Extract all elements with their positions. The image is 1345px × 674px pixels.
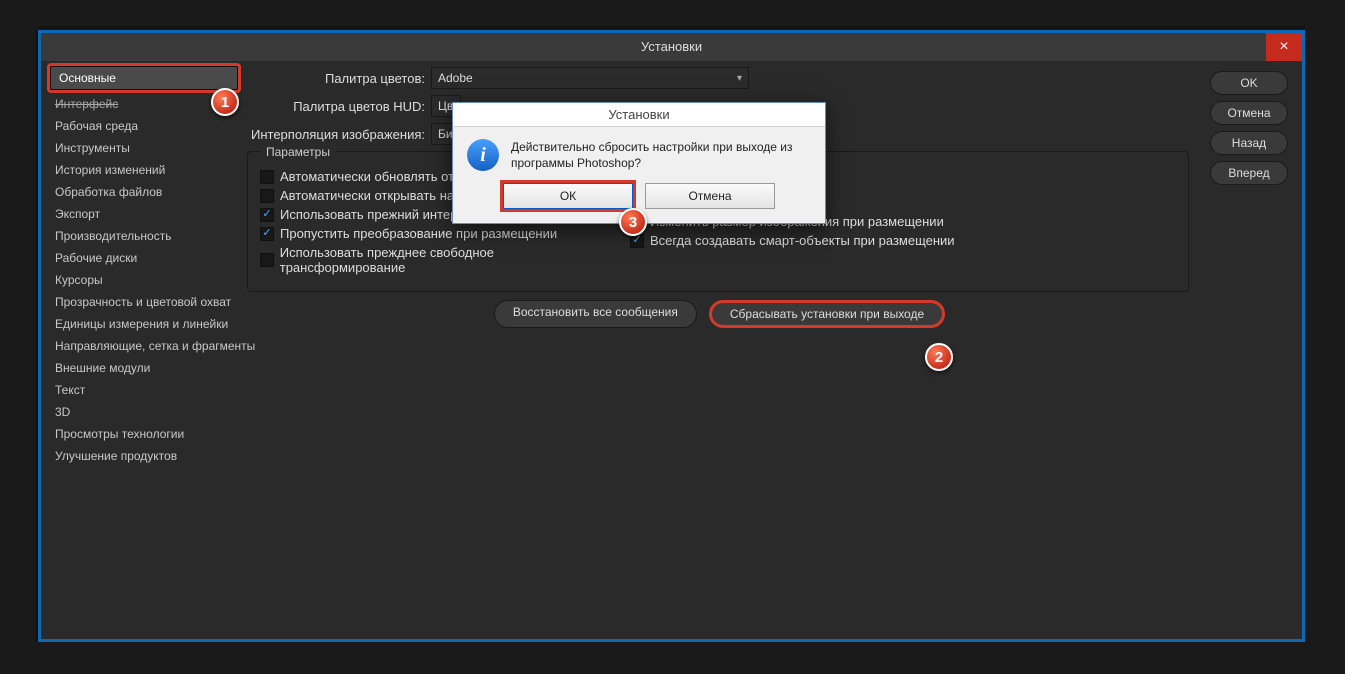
sidebar-item-export[interactable]: Экспорт: [47, 203, 241, 225]
marker-3: 3: [619, 208, 647, 236]
info-icon: i: [467, 139, 499, 171]
sidebar-item-cursors[interactable]: Курсоры: [47, 269, 241, 291]
palette-label: Палитра цветов:: [247, 71, 425, 86]
sidebar-item-guides[interactable]: Направляющие, сетка и фрагменты: [47, 335, 241, 357]
hud-value: Цв: [438, 99, 453, 113]
fieldset-legend: Параметры: [260, 145, 336, 159]
sidebar-item-general[interactable]: Основные: [50, 66, 238, 90]
sidebar-highlight-frame: Основные: [47, 63, 241, 93]
action-column: OK Отмена Назад Вперед: [1202, 61, 1302, 639]
cancel-button[interactable]: Отмена: [1210, 101, 1288, 125]
interp-value: Би: [438, 127, 453, 141]
back-button[interactable]: Назад: [1210, 131, 1288, 155]
confirm-dialog: Установки i Действительно сбросить настр…: [452, 102, 826, 224]
checkbox-icon: [260, 253, 274, 267]
dialog-title: Установки: [453, 103, 825, 127]
sidebar-item-units[interactable]: Единицы измерения и линейки: [47, 313, 241, 335]
reset-on-exit-button[interactable]: Сбрасывать установки при выходе: [709, 300, 945, 328]
sidebar-item-type[interactable]: Текст: [47, 379, 241, 401]
marker-2: 2: [925, 343, 953, 371]
check-smart-objects[interactable]: Всегда создавать смарт-объекты при разме…: [630, 233, 955, 248]
window-title: Установки: [41, 33, 1302, 61]
sidebar-item-transparency[interactable]: Прозрачность и цветовой охват: [47, 291, 241, 313]
restore-messages-button[interactable]: Восстановить все сообщения: [494, 300, 697, 328]
sidebar-item-performance[interactable]: Производительность: [47, 225, 241, 247]
checkbox-icon: [260, 170, 274, 184]
titlebar: Установки ×: [41, 33, 1302, 61]
interp-label: Интерполяция изображения:: [247, 127, 425, 142]
sidebar: Основные Интерфейс Рабочая среда Инструм…: [41, 61, 245, 639]
forward-button[interactable]: Вперед: [1210, 161, 1288, 185]
dialog-text: Действительно сбросить настройки при вых…: [511, 139, 811, 171]
sidebar-item-workspace[interactable]: Рабочая среда: [47, 115, 241, 137]
sidebar-item-3d[interactable]: 3D: [47, 401, 241, 423]
check-skip-transform[interactable]: Пропустить преобразование при размещении: [260, 226, 616, 241]
close-icon: ×: [1279, 38, 1288, 56]
ok-button[interactable]: OK: [1210, 71, 1288, 95]
check-legacy-freetransform[interactable]: Использовать прежднее свободное трансфор…: [260, 245, 616, 275]
sidebar-item-scratchdisks[interactable]: Рабочие диски: [47, 247, 241, 269]
chevron-down-icon: ▾: [737, 73, 742, 84]
dialog-cancel-button[interactable]: Отмена: [645, 183, 775, 209]
dialog-ok-button[interactable]: ОК: [503, 183, 633, 209]
sidebar-item-plugins[interactable]: Внешние модули: [47, 357, 241, 379]
marker-1: 1: [211, 88, 239, 116]
checkbox-icon: [260, 208, 274, 222]
close-button[interactable]: ×: [1266, 33, 1302, 61]
sidebar-item-techpreviews[interactable]: Просмотры технологии: [47, 423, 241, 445]
checkbox-icon: [260, 189, 274, 203]
sidebar-item-filehandling[interactable]: Обработка файлов: [47, 181, 241, 203]
palette-select[interactable]: Adobe ▾: [431, 67, 749, 89]
sidebar-item-tools[interactable]: Инструменты: [47, 137, 241, 159]
sidebar-item-productimprove[interactable]: Улучшение продуктов: [47, 445, 241, 467]
hud-label: Палитра цветов HUD:: [247, 99, 425, 114]
checkbox-icon: [260, 227, 274, 241]
palette-value: Adobe: [438, 71, 473, 85]
sidebar-item-history[interactable]: История изменений: [47, 159, 241, 181]
